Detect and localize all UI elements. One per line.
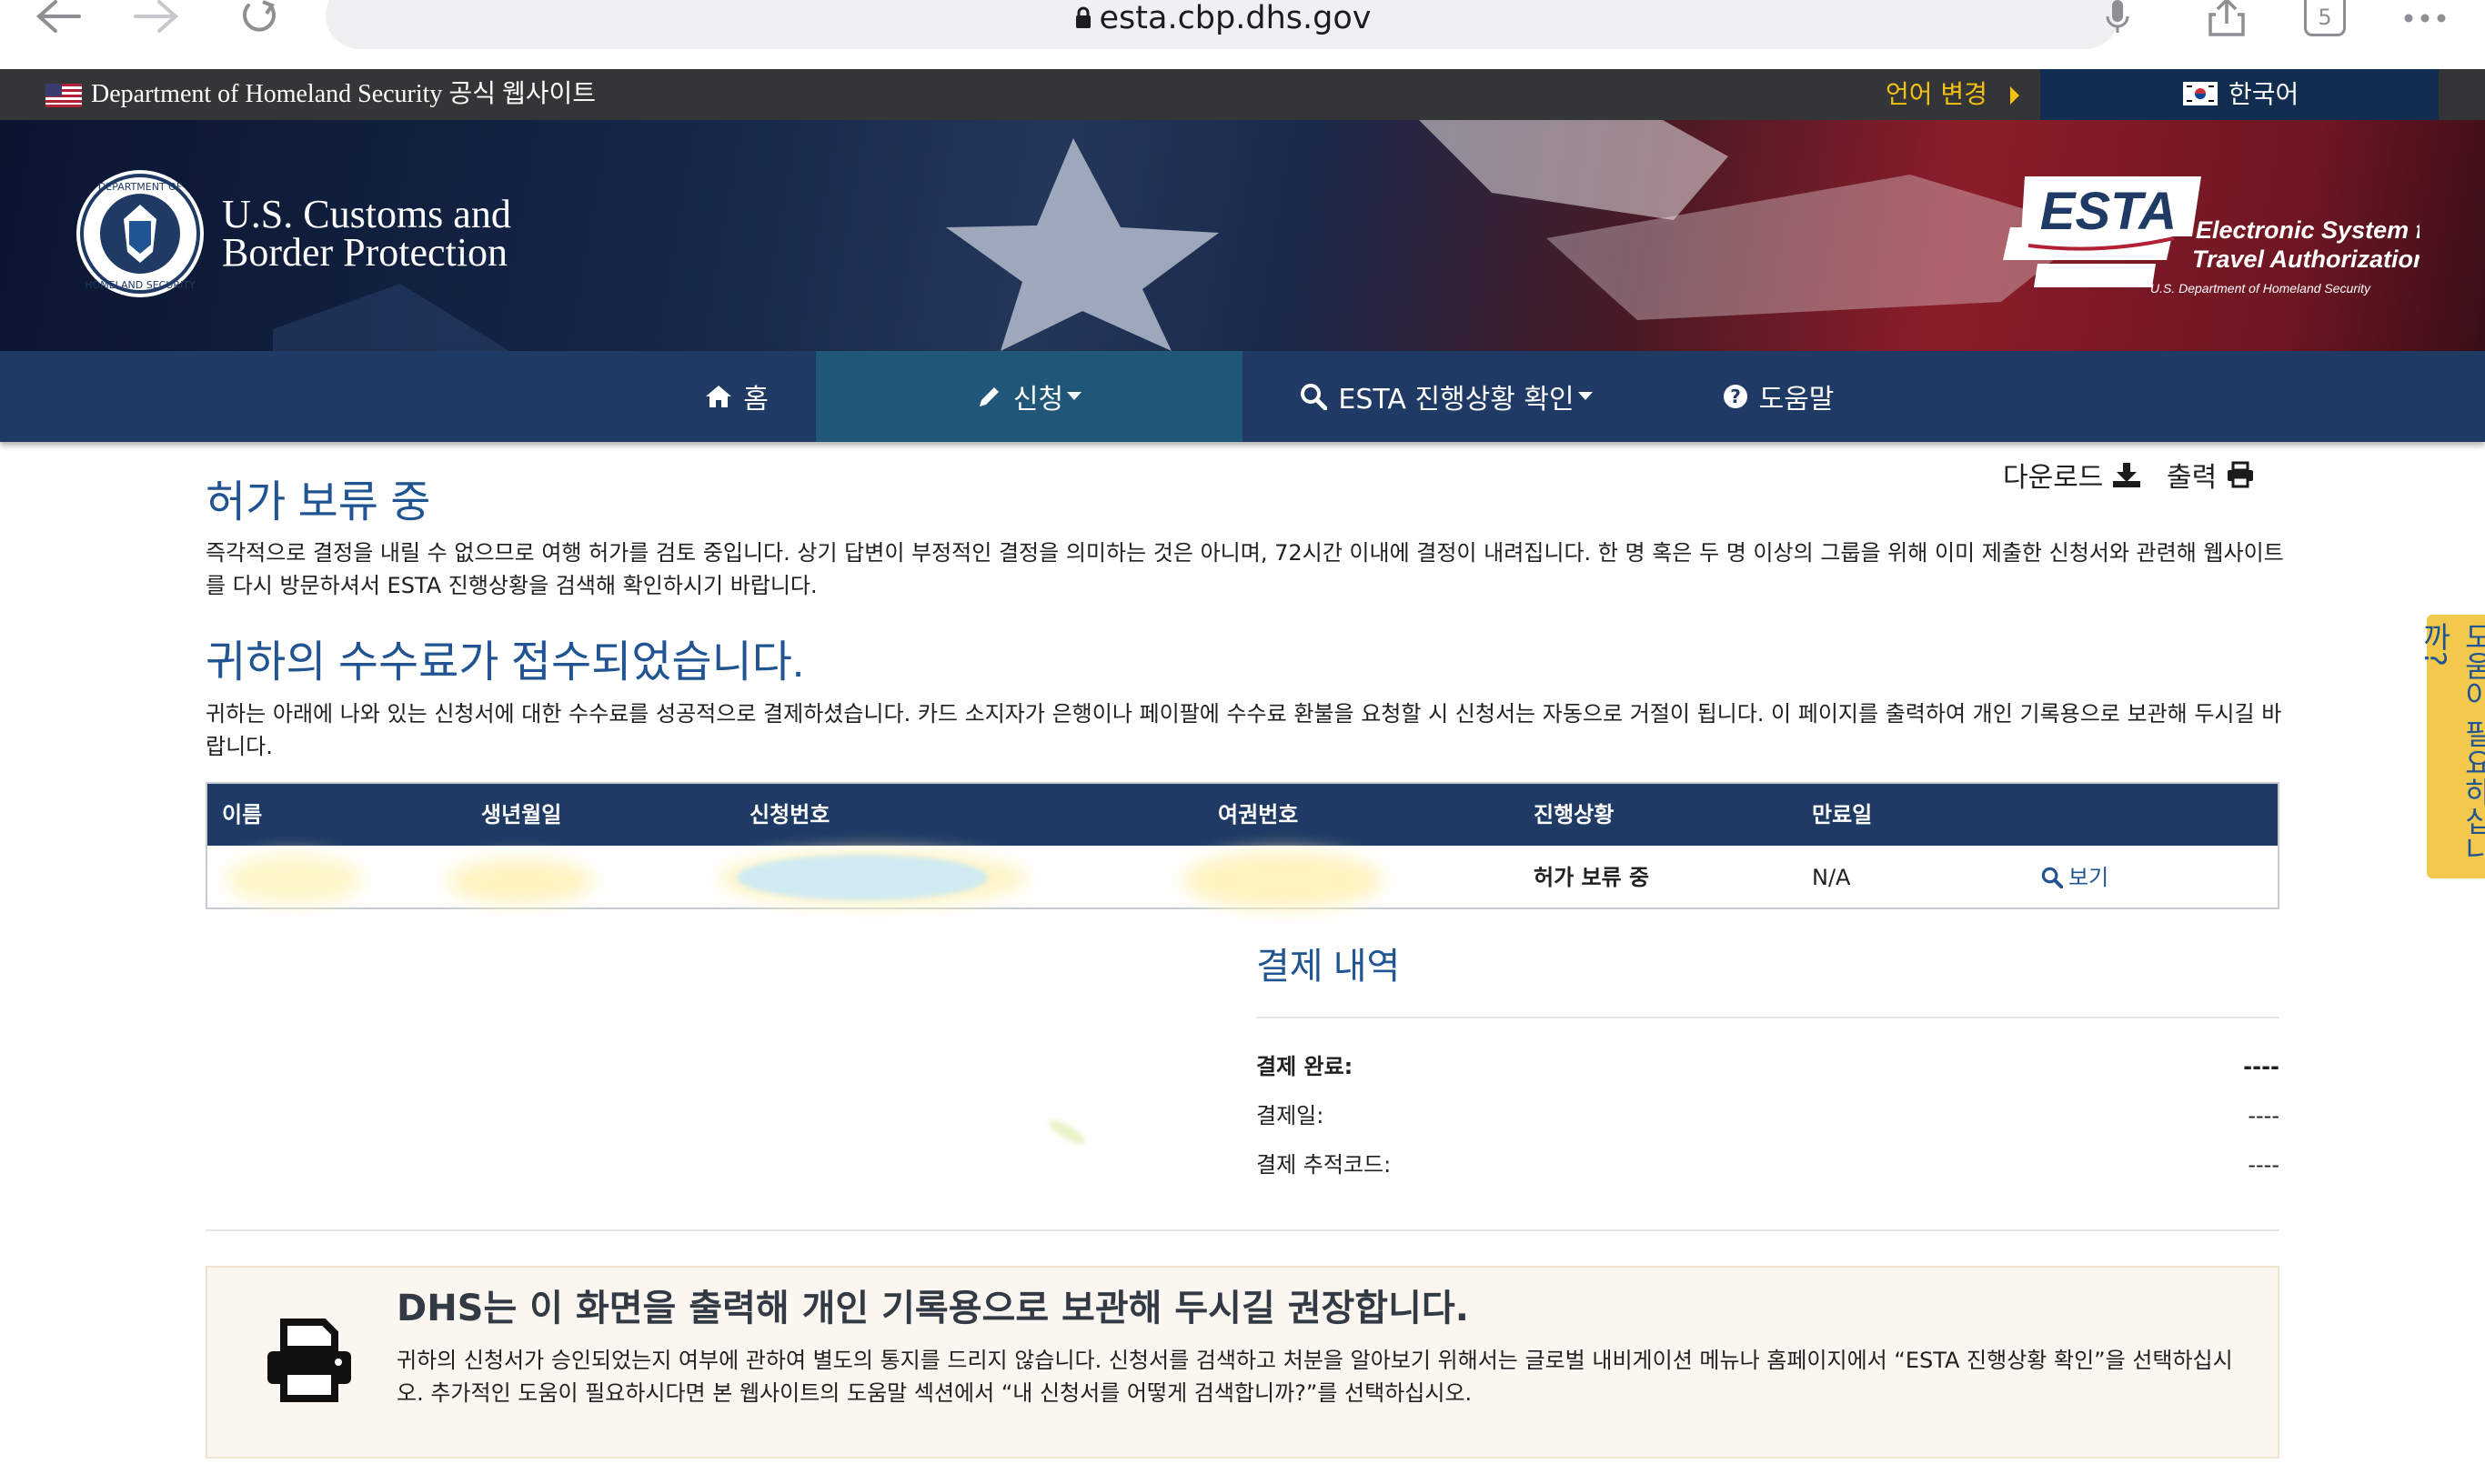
col-header-name: 이름: [222, 802, 263, 827]
fee-received-title: 귀하의 수수료가 접수되었습니다.: [206, 638, 805, 687]
share-icon[interactable]: [2199, 0, 2254, 36]
svg-text:U.S. Department of Homeland Se: U.S. Department of Homeland Security: [2150, 281, 2371, 296]
svg-text:DEPARTMENT OF: DEPARTMENT OF: [98, 181, 182, 193]
svg-text:Travel Authorization: Travel Authorization: [2192, 246, 2420, 273]
nav-home-label: 홈: [743, 384, 769, 416]
nav-check-status[interactable]: ESTA 진행상황 확인: [1273, 351, 1619, 442]
pending-title: 허가 보류 중: [206, 478, 431, 526]
nav-apply-label: 신청: [1012, 384, 1064, 416]
change-language-link[interactable]: 언어 변경: [1886, 69, 2021, 120]
col-header-application-number: 신청번호: [750, 802, 830, 827]
current-language[interactable]: 한국어: [2228, 69, 2299, 120]
redacted-name: [226, 855, 362, 904]
col-header-status: 진행상황: [1534, 802, 1615, 827]
nav-home[interactable]: 홈: [664, 351, 810, 442]
col-header-birthdate: 생년월일: [481, 802, 562, 827]
lock-icon: [1075, 6, 1091, 28]
nav-help[interactable]: ? 도움말: [1710, 351, 1846, 442]
agency-name[interactable]: U.S. Customs and Border Protection: [222, 195, 511, 273]
nav-help-label: 도움말: [1758, 384, 1835, 416]
view-label: 보기: [2068, 865, 2109, 890]
microphone-icon[interactable]: [2105, 0, 2130, 40]
payment-date-label: 결제일:: [1256, 1103, 1324, 1128]
pencil-icon: [979, 387, 999, 406]
view-application-link[interactable]: 보기: [2041, 846, 2108, 909]
nav-check-status-label: ESTA 진행상황 확인: [1338, 384, 1575, 416]
section-divider: [206, 1229, 2279, 1231]
redacted-birthdate: [448, 858, 593, 904]
nav-apply[interactable]: 신청: [816, 351, 1242, 442]
redacted-passport-number: [1182, 851, 1383, 909]
svg-text:HOMELAND SECURITY: HOMELAND SECURITY: [85, 279, 196, 291]
col-header-passport-number: 여권번호: [1218, 802, 1299, 827]
need-help-label: 도움이 필요하십니까?: [2418, 622, 2485, 865]
forward-arrow-icon[interactable]: [129, 0, 184, 36]
svg-text:Electronic System for: Electronic System for: [2196, 216, 2420, 244]
notice-title: DHS는 이 화면을 출력해 개인 기록용으로 보관해 두시길 권장합니다.: [397, 1288, 1469, 1329]
payment-divider: [1256, 1017, 2279, 1018]
col-header-expiry: 만료일: [1812, 802, 1873, 827]
reload-icon[interactable]: [231, 0, 286, 36]
payment-completed-label: 결제 완료:: [1256, 1054, 1353, 1079]
change-language-label: 언어 변경: [1886, 79, 1987, 109]
svg-text:ESTA: ESTA: [2040, 182, 2177, 241]
url-text: esta.cbp.dhs.gov: [326, 0, 2119, 36]
payment-completed-value: ----: [2243, 1054, 2279, 1079]
row-expiry: N/A: [1812, 865, 1851, 890]
main-navigation: [0, 351, 2485, 442]
home-icon: [706, 386, 732, 407]
payment-tracking-label: 결제 추적코드:: [1256, 1152, 1392, 1178]
pending-description: 즉각적으로 결정을 내릴 수 없으므로 여행 허가를 검토 중입니다. 상기 답…: [206, 540, 2284, 598]
tabs-count-button[interactable]: 5: [2304, 0, 2346, 36]
payment-tracking-value: ----: [2248, 1152, 2279, 1178]
esta-logo[interactable]: ESTA Electronic System for Travel Author…: [2001, 173, 2450, 304]
caret-right-icon: [2009, 86, 2019, 105]
search-icon: [1301, 384, 1328, 410]
caret-down-icon: [1577, 392, 1593, 400]
search-icon: [2041, 867, 2064, 889]
download-link[interactable]: 다운로드: [2003, 455, 2141, 495]
smudge-mark: [1045, 1116, 1089, 1148]
payment-title: 결제 내역: [1256, 947, 1401, 987]
print-link[interactable]: 출력: [2167, 455, 2255, 495]
caret-down-icon: [1067, 392, 1082, 400]
redacted-highlight: [737, 855, 988, 900]
fee-received-description: 귀하는 아래에 나와 있는 신청서에 대한 수수료를 성공적으로 결제하셨습니다…: [206, 701, 2282, 759]
address-bar[interactable]: esta.cbp.dhs.gov: [326, 0, 2129, 49]
notice-body: 귀하의 신청서가 승인되었는지 여부에 관하여 별도의 통지를 드리지 않습니다…: [397, 1348, 2233, 1406]
svg-text:?: ?: [1730, 386, 1741, 407]
download-icon: [2113, 463, 2141, 487]
official-site-text: Department of Homeland Security 공식 웹사이트: [91, 80, 596, 108]
korea-flag-icon: [2183, 82, 2218, 109]
question-circle-icon: ?: [1723, 385, 1747, 408]
download-label: 다운로드: [2003, 462, 2104, 494]
dhs-seal-logo[interactable]: DEPARTMENT OF HOMELAND SECURITY: [75, 168, 206, 303]
us-flag-icon: [45, 84, 82, 111]
payment-date-value: ----: [2248, 1103, 2279, 1128]
printer-icon: [264, 1319, 355, 1406]
back-arrow-icon[interactable]: [31, 0, 86, 36]
print-label: 출력: [2167, 462, 2218, 494]
print-icon: [2228, 461, 2254, 488]
row-status: 허가 보류 중: [1534, 865, 1650, 890]
more-options-icon[interactable]: [2398, 0, 2452, 36]
